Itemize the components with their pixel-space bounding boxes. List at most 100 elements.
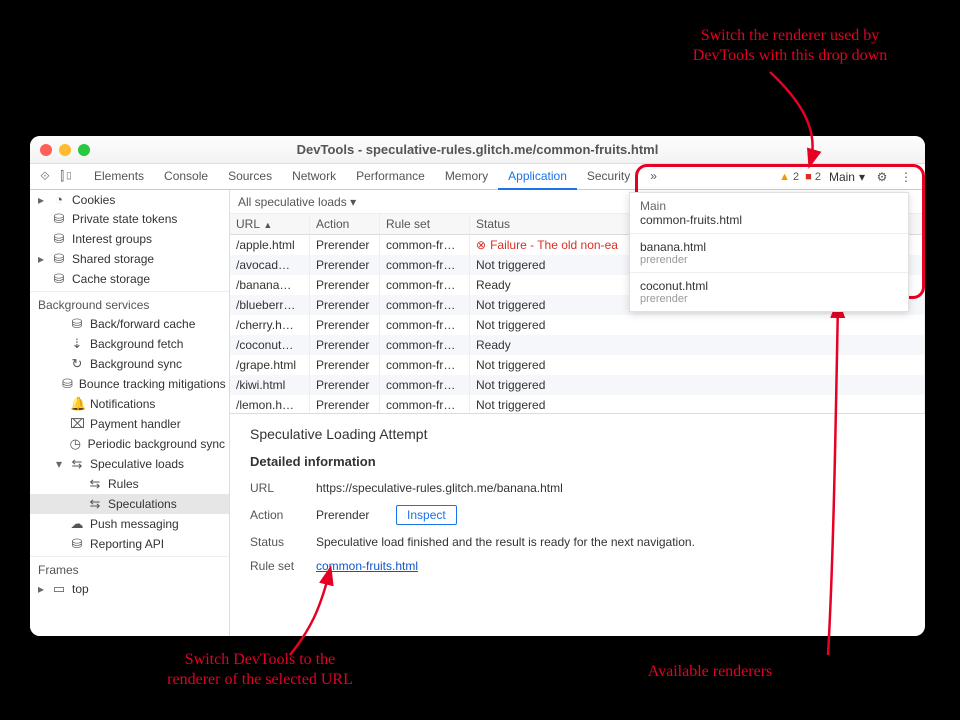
sidebar-item[interactable]: ⛁ Bounce tracking mitigations — [30, 374, 229, 394]
sidebar-item[interactable]: ⇣Background fetch — [30, 334, 229, 354]
cell-url: /banana… — [230, 275, 310, 295]
tab-network[interactable]: Network — [282, 164, 346, 190]
annotation-bottom-left: Switch DevTools to therenderer of the se… — [130, 650, 390, 690]
detail-ruleset-label: Rule set — [250, 559, 306, 573]
cell-action: Prerender — [310, 255, 380, 275]
tab-memory[interactable]: Memory — [435, 164, 498, 190]
inspect-button[interactable]: Inspect — [396, 505, 457, 525]
sidebar-item[interactable]: ⛁ Back/forward cache — [30, 314, 229, 334]
status-text: Ready — [476, 278, 511, 292]
status-text: Not triggered — [476, 318, 545, 332]
cell-action: Prerender — [310, 275, 380, 295]
inspect-icon[interactable]: ⟐ — [34, 169, 56, 184]
detail-url-label: URL — [250, 481, 306, 495]
minimize-window-button[interactable] — [59, 144, 71, 156]
col-url[interactable]: URL ▲ — [230, 214, 310, 234]
cell-action: Prerender — [310, 395, 380, 414]
tab-elements[interactable]: Elements — [84, 164, 154, 190]
sidebar-item[interactable]: ☁Push messaging — [30, 514, 229, 534]
tab-overflow[interactable]: » — [640, 164, 667, 190]
close-window-button[interactable] — [40, 144, 52, 156]
device-toolbar-icon[interactable]: ⫿▯ — [56, 169, 78, 184]
cell-action: Prerender — [310, 335, 380, 355]
cell-url: /kiwi.html — [230, 375, 310, 395]
sidebar-item-label: Rules — [108, 477, 139, 491]
sidebar-icon: ⛁ — [62, 376, 73, 392]
sidebar-item[interactable]: ▾⇆Speculative loads — [30, 454, 229, 474]
cell-status: Not triggered — [470, 315, 925, 335]
expand-arrow-icon: ▾ — [56, 457, 64, 471]
col-action[interactable]: Action — [310, 214, 380, 234]
dropdown-item-main[interactable]: Main common-fruits.html — [630, 193, 908, 234]
warnings-badge[interactable]: ▲2 — [779, 171, 799, 183]
cell-url: /cherry.h… — [230, 315, 310, 335]
sidebar-icon: ◷ — [69, 436, 81, 452]
sidebar-item[interactable]: 🔔Notifications — [30, 394, 229, 414]
cell-url: /blueberr… — [230, 295, 310, 315]
target-selector[interactable]: Main ▾ — [827, 170, 867, 184]
status-text: Not triggered — [476, 378, 545, 392]
table-row[interactable]: /grape.htmlPrerendercommon-fr…Not trigge… — [230, 355, 925, 375]
sidebar-item[interactable]: ⛁Private state tokens — [30, 209, 229, 229]
devtools-toolbar: ⟐ ⫿▯ Elements Console Sources Network Pe… — [30, 164, 925, 190]
dropdown-item-prerender[interactable]: banana.html prerender — [630, 234, 908, 273]
sidebar-item[interactable]: ⛁Reporting API — [30, 534, 229, 554]
kebab-icon[interactable]: ⋮ — [897, 170, 915, 184]
sidebar-item[interactable]: ⇆Speculations — [30, 494, 229, 514]
sidebar-icon: ⇆ — [88, 496, 102, 512]
detail-ruleset-link[interactable]: common-fruits.html — [316, 559, 418, 573]
cell-ruleset: common-fr… — [380, 275, 470, 295]
sidebar-icon: ⛁ — [52, 231, 66, 247]
zoom-window-button[interactable] — [78, 144, 90, 156]
sidebar-item[interactable]: ◷Periodic background sync — [30, 434, 229, 454]
sidebar-item[interactable]: ▸▭top — [30, 579, 229, 599]
table-row[interactable]: /cherry.h…Prerendercommon-fr…Not trigger… — [230, 315, 925, 335]
table-row[interactable]: /coconut…Prerendercommon-fr…Ready — [230, 335, 925, 355]
sidebar-item-label: Cookies — [72, 193, 115, 207]
table-row[interactable]: /lemon.h…Prerendercommon-fr…Not triggere… — [230, 395, 925, 414]
sidebar-item[interactable]: ⇆Rules — [30, 474, 229, 494]
table-row[interactable]: /kiwi.htmlPrerendercommon-fr…Not trigger… — [230, 375, 925, 395]
cell-action: Prerender — [310, 295, 380, 315]
traffic-lights — [40, 144, 90, 156]
sidebar-item[interactable]: ▸⛁Shared storage — [30, 249, 229, 269]
sidebar-item[interactable]: ⛁Cache storage — [30, 269, 229, 289]
sidebar-icon: ⛁ — [70, 316, 84, 332]
warning-icon: ▲ — [779, 171, 790, 183]
cell-ruleset: common-fr… — [380, 335, 470, 355]
error-icon: ■ — [805, 171, 812, 183]
expand-arrow-icon: ▸ — [38, 252, 46, 266]
cell-ruleset: common-fr… — [380, 315, 470, 335]
col-ruleset[interactable]: Rule set — [380, 214, 470, 234]
devtools-window: DevTools - speculative-rules.glitch.me/c… — [30, 136, 925, 636]
tab-security[interactable]: Security — [577, 164, 640, 190]
settings-icon[interactable]: ⚙ — [873, 170, 891, 184]
sidebar-item-label: Bounce tracking mitigations — [79, 377, 226, 391]
sidebar-icon: ⇆ — [70, 456, 84, 472]
cell-action: Prerender — [310, 355, 380, 375]
sidebar-item[interactable]: ▸◔Cookies — [30, 190, 229, 209]
sidebar-item-label: Back/forward cache — [90, 317, 195, 331]
sidebar-item[interactable]: ⌧Payment handler — [30, 414, 229, 434]
cell-status: Not triggered — [470, 375, 925, 395]
errors-badge[interactable]: ■2 — [805, 171, 821, 183]
annotation-bottom-right: Available renderers — [600, 662, 820, 682]
detail-status-value: Speculative load finished and the result… — [316, 535, 695, 549]
sidebar-item-label: Interest groups — [72, 232, 152, 246]
chevron-down-icon: ▾ — [859, 170, 865, 184]
detail-url-value: https://speculative-rules.glitch.me/bana… — [316, 481, 563, 495]
sidebar-icon: ⛁ — [70, 536, 84, 552]
sidebar-item[interactable]: ⛁ Interest groups — [30, 229, 229, 249]
detail-action-value: Prerender — [316, 508, 369, 522]
sidebar-icon: ↻ — [70, 356, 84, 372]
tab-sources[interactable]: Sources — [218, 164, 282, 190]
status-text: Not triggered — [476, 298, 545, 312]
tab-application[interactable]: Application — [498, 164, 577, 190]
cell-status: Not triggered — [470, 395, 925, 414]
dropdown-item-prerender[interactable]: coconut.html prerender — [630, 273, 908, 311]
tab-console[interactable]: Console — [154, 164, 218, 190]
sidebar-item-label: Private state tokens — [72, 212, 177, 226]
sidebar-item[interactable]: ↻Background sync — [30, 354, 229, 374]
tab-performance[interactable]: Performance — [346, 164, 435, 190]
sort-asc-icon: ▲ — [263, 220, 272, 230]
